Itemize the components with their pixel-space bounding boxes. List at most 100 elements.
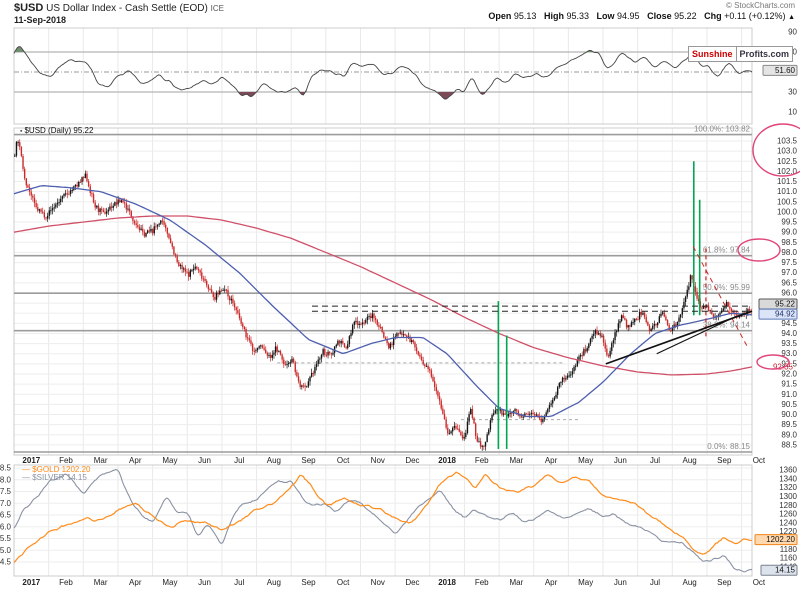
candle-body (165, 225, 166, 228)
candle-body (109, 206, 110, 209)
candle-body (606, 349, 607, 356)
candle-body (413, 340, 414, 342)
candle-body (267, 353, 268, 356)
x-axis-label-main: 2017 (22, 456, 40, 465)
candle-body (180, 265, 181, 266)
candle-body (83, 177, 84, 178)
gold-axis-label: 1320 (779, 483, 797, 492)
candle-body (190, 270, 191, 277)
x-axis-label-bottom: 2017 (22, 578, 40, 587)
candle-body (278, 351, 279, 352)
silver-axis-label: 17.0 (0, 499, 12, 508)
price-axis-label: 101.0 (777, 187, 798, 196)
silver-last-value: 14.15 (775, 566, 796, 575)
price-axis-label: 98.5 (781, 238, 797, 247)
candle-body (258, 346, 259, 347)
candle-body (231, 299, 232, 300)
price-axis-label: 91.5 (781, 380, 797, 389)
x-axis-label-bottom: Aug (683, 578, 697, 587)
candle-body (360, 324, 361, 325)
candle-body (40, 209, 41, 211)
price-axis-label: 96.0 (781, 288, 797, 297)
candle-body (378, 325, 379, 327)
candle-body (414, 342, 415, 347)
candle-body (363, 323, 364, 324)
high-label: High (544, 11, 564, 21)
candle-body (431, 370, 432, 376)
candle-body (536, 414, 537, 415)
candle-body (308, 381, 309, 386)
candle-body (650, 329, 651, 331)
candle-body (570, 375, 571, 376)
candle-body (265, 350, 266, 353)
candle-body (627, 325, 628, 327)
fib-label: 0.0%: 88.15 (707, 442, 750, 451)
x-axis-label-main: May (162, 456, 177, 465)
candle-body (585, 349, 586, 351)
candle-body (695, 286, 696, 291)
candle-body (457, 429, 458, 430)
candle-body (675, 324, 676, 325)
candle-body (291, 359, 292, 362)
candle-body (342, 341, 343, 343)
candle-body (24, 169, 25, 178)
metals-legend: — $GOLD 1202.20 — $SILVER 14.15 (22, 466, 90, 482)
candle-body (178, 262, 179, 266)
candle-body (214, 297, 215, 300)
price-axis-label: 101.5 (777, 177, 798, 186)
x-axis-label-bottom: Sep (301, 578, 316, 587)
x-axis-label-main: Feb (475, 456, 489, 465)
price-axis-label: 97.0 (781, 268, 797, 277)
candle-body (483, 446, 484, 447)
candle-body (424, 364, 425, 366)
candle-body (723, 308, 724, 310)
candle-body (329, 352, 330, 353)
x-axis-label-bottom: Feb (475, 578, 489, 587)
candle-body (639, 312, 640, 320)
price-axis-label: 99.5 (781, 218, 797, 227)
candle-body (542, 419, 543, 422)
x-axis-label-main: Jul (650, 456, 660, 465)
candle-body (532, 413, 533, 414)
candle-body (70, 190, 71, 194)
candle-body (236, 307, 237, 310)
x-axis-label-main: Oct (753, 456, 766, 465)
candle-body (122, 200, 123, 202)
silver-axis-label: 15.5 (0, 534, 12, 543)
candle-body (103, 210, 104, 212)
candle-body (659, 316, 660, 322)
main-panel-label-text: $USD (Daily) 95.22 (24, 126, 93, 135)
candle-body (326, 355, 327, 356)
silver-line (14, 470, 752, 572)
candle-body (327, 352, 328, 355)
price-axis-label: 90.5 (781, 400, 797, 409)
candle-body (355, 321, 356, 322)
price-axis-label: 88.5 (781, 440, 797, 449)
gold-axis-label: 1240 (779, 518, 797, 527)
candle-body (221, 291, 222, 292)
candle-body (568, 375, 569, 376)
candle-body (609, 351, 610, 356)
candle-body (242, 324, 243, 327)
candle-body (614, 332, 615, 340)
candle-body (226, 290, 227, 291)
chart-title: $USD US Dollar Index - Cash Settle (EOD)… (14, 2, 224, 14)
candle-body (53, 207, 54, 208)
candle-body (426, 366, 427, 367)
candle-body (654, 324, 655, 326)
candle-body (224, 290, 225, 291)
chg-label: Chg (704, 11, 722, 21)
candle-body (273, 353, 274, 355)
candle-body (550, 403, 551, 405)
candle-body (480, 441, 481, 446)
candle-body (255, 350, 256, 351)
candle-body (311, 373, 312, 377)
candle-body (605, 343, 606, 349)
x-axis-label-bottom: Nov (371, 578, 385, 587)
candle-body (337, 341, 338, 345)
candle-body (472, 409, 473, 418)
candle-body (160, 220, 161, 223)
gold-axis-label: 1340 (779, 474, 797, 483)
candle-body (583, 349, 584, 355)
candle-body (463, 437, 464, 438)
